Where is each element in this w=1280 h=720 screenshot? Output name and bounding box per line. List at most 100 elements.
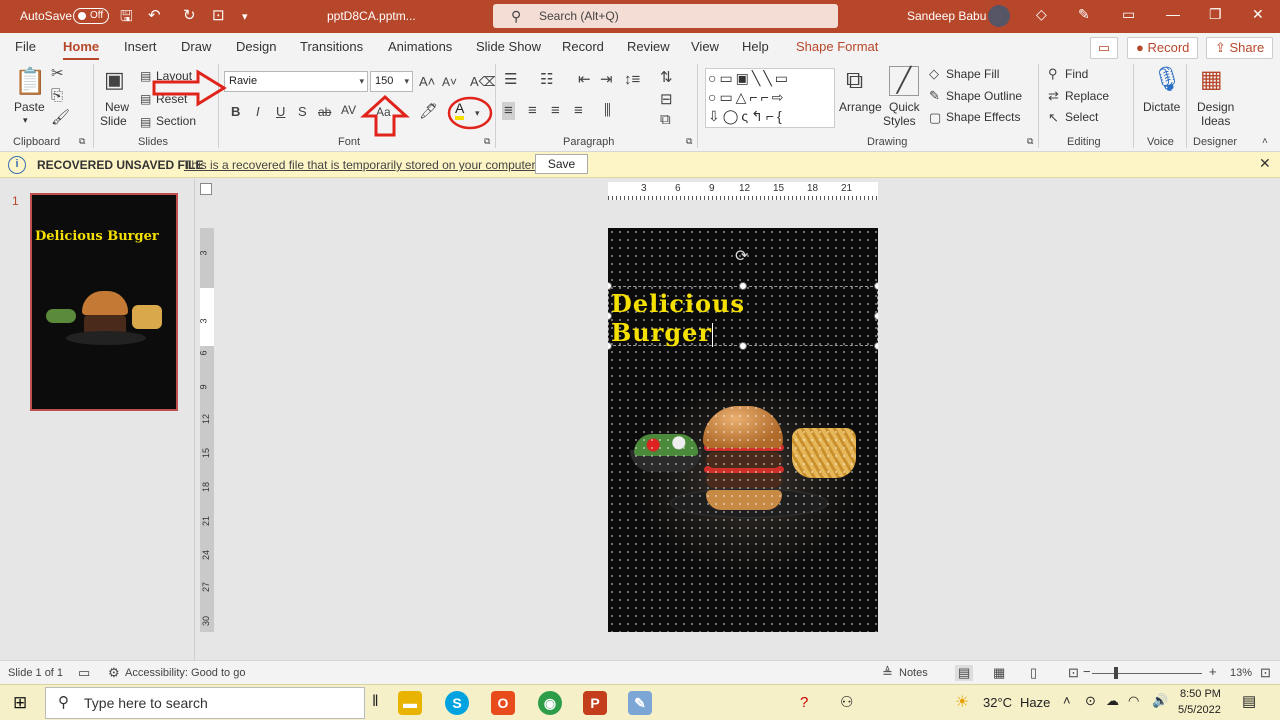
tab-shape-format[interactable]: Shape Format [796, 39, 878, 54]
font-color-dropdown-icon[interactable]: ▾ [475, 105, 480, 121]
text-direction-icon[interactable]: ⇅ [660, 70, 673, 86]
tab-slide-show[interactable]: Slide Show [476, 39, 541, 54]
taskbar-search[interactable]: ⚲ Type here to search [45, 687, 365, 719]
paste-icon[interactable]: 📋 [14, 66, 46, 96]
design-ideas-label-2[interactable]: Ideas [1201, 114, 1230, 128]
decrease-indent-icon[interactable]: ⇤ [578, 72, 591, 88]
arrange-icon[interactable]: ⧉ [846, 68, 863, 94]
smartart-icon[interactable]: ⧉ [660, 112, 671, 128]
tab-draw[interactable]: Draw [181, 39, 211, 54]
chevron-up-icon[interactable]: ˄ [1063, 693, 1071, 708]
microphone-icon[interactable]: 🎙 [1152, 66, 1182, 94]
shape-effects-button[interactable]: Shape Effects [946, 110, 1021, 124]
pen-icon[interactable]: ✎ [1078, 6, 1090, 23]
find-icon[interactable]: ⚲ [1048, 66, 1058, 82]
resize-handle[interactable] [874, 312, 878, 320]
title-textbox[interactable]: Delicious Burger [608, 286, 878, 347]
present-icon[interactable]: ⊡ [212, 6, 225, 24]
recovered-message[interactable]: This is a recovered file that is tempora… [184, 158, 538, 172]
notes-icon[interactable]: ≜ [882, 665, 893, 681]
normal-view-icon[interactable]: ▤ [955, 665, 974, 681]
slideshow-icon[interactable]: ⊡ [1068, 665, 1079, 681]
save-button[interactable]: Save [535, 154, 588, 174]
font-name-combo[interactable]: Ravie ▾ [224, 71, 368, 92]
tab-design[interactable]: Design [236, 39, 276, 54]
rotate-handle-icon[interactable]: ⟳ [735, 246, 748, 266]
office-icon[interactable]: O [491, 691, 515, 715]
tab-help[interactable]: Help [742, 39, 769, 54]
font-launcher-icon[interactable]: ⧉ [484, 136, 490, 147]
select-icon[interactable]: ↖ [1048, 110, 1059, 126]
windows-start-icon[interactable]: ⊞ [13, 693, 27, 713]
paste-dropdown-icon[interactable]: ▾ [23, 115, 28, 126]
powerpoint-icon[interactable]: P [583, 691, 607, 715]
design-ideas-label-1[interactable]: Design [1197, 100, 1234, 114]
select-button[interactable]: Select [1065, 110, 1098, 124]
temperature[interactable]: 32°C [983, 695, 1012, 710]
justify-icon[interactable]: ≡ [574, 103, 583, 119]
tab-insert[interactable]: Insert [124, 39, 157, 54]
minimize-icon[interactable]: — [1166, 6, 1180, 22]
resize-handle[interactable] [874, 342, 878, 350]
resize-handle[interactable] [739, 282, 747, 290]
diamond-icon[interactable]: ◇ [1036, 6, 1047, 23]
redo-icon[interactable]: ↻ [183, 6, 196, 24]
share-button[interactable]: ⇪ Share [1206, 37, 1274, 59]
slide-thumbnail[interactable]: Delicious Burger [30, 193, 178, 411]
shapes-gallery[interactable]: ○▭▣╲╲▭ ○▭△⌐⌐⇨ ⇩◯ς↰⌐{ [705, 68, 835, 128]
paint-icon[interactable]: ✎ [628, 691, 652, 715]
line-spacing-icon[interactable]: ↕≡ [624, 72, 640, 88]
help-icon[interactable]: ? [800, 694, 808, 711]
layout-icon[interactable]: ▤ [140, 68, 151, 84]
zoom-in-icon[interactable]: + [1209, 664, 1217, 679]
reset-button[interactable]: Reset [156, 92, 187, 106]
notes-button[interactable]: Notes [899, 667, 928, 679]
columns-icon[interactable]: ⫼ [604, 103, 611, 119]
quick-styles-label-2[interactable]: Styles [883, 114, 916, 128]
clock-time[interactable]: 8:50 PM [1180, 688, 1221, 700]
shape-outline-button[interactable]: Shape Outline [946, 89, 1022, 103]
shrink-font-icon[interactable]: A˅ [442, 74, 457, 90]
grow-font-icon[interactable]: A˄ [419, 74, 435, 90]
clock-date[interactable]: 5/5/2022 [1178, 704, 1221, 716]
undo-icon[interactable]: ↶ [148, 6, 161, 24]
resize-handle[interactable] [739, 342, 747, 350]
section-icon[interactable]: ▤ [140, 114, 151, 130]
maximize-icon[interactable]: ❐ [1209, 6, 1222, 23]
customize-qat-icon[interactable]: ▾ [242, 10, 248, 23]
align-left-icon[interactable]: ≡ [502, 102, 515, 120]
character-spacing-button[interactable]: AV [341, 102, 356, 118]
change-case-button[interactable]: Aa [376, 104, 391, 120]
tab-review[interactable]: Review [627, 39, 670, 54]
collapse-ribbon-icon[interactable]: ˄ [1262, 134, 1268, 150]
align-center-icon[interactable]: ≡ [528, 103, 537, 119]
quick-styles-icon[interactable]: ╱ [889, 66, 919, 96]
spelling-icon[interactable]: ▭ [78, 665, 90, 681]
shadow-button[interactable]: S [298, 104, 307, 120]
save-icon[interactable]: 🖫 [120, 6, 133, 31]
tab-selector[interactable] [200, 183, 212, 195]
ribbon-display-icon[interactable]: ▭ [1122, 6, 1135, 23]
comments-icon[interactable]: ▭ [1090, 37, 1118, 59]
close-icon[interactable]: ✕ [1252, 6, 1264, 23]
paragraph-launcher-icon[interactable]: ⧉ [686, 136, 692, 147]
italic-button[interactable]: I [256, 104, 260, 120]
increase-indent-icon[interactable]: ⇥ [600, 72, 613, 88]
chrome-icon[interactable]: ◉ [538, 691, 562, 715]
design-ideas-icon[interactable]: ▦ [1200, 66, 1223, 94]
tab-file[interactable]: File [15, 39, 36, 54]
zoom-slider[interactable] [1092, 673, 1202, 674]
people-icon[interactable]: ⚇ [840, 693, 853, 711]
drawing-launcher-icon[interactable]: ⧉ [1027, 136, 1033, 147]
zoom-level[interactable]: 13% [1230, 667, 1252, 679]
tab-transitions[interactable]: Transitions [300, 39, 363, 54]
file-explorer-icon[interactable]: ▬ [398, 691, 422, 715]
arrange-button[interactable]: Arrange [839, 100, 882, 114]
clipboard-launcher-icon[interactable]: ⧉ [79, 136, 85, 147]
zoom-out-icon[interactable]: − [1083, 664, 1091, 679]
tab-record[interactable]: Record [562, 39, 604, 54]
copy-icon[interactable]: ⎘ [51, 88, 63, 104]
autosave-toggle[interactable]: Off [73, 8, 109, 24]
record-button[interactable]: ● Record [1127, 37, 1199, 59]
cut-icon[interactable]: ✂ [51, 66, 64, 82]
